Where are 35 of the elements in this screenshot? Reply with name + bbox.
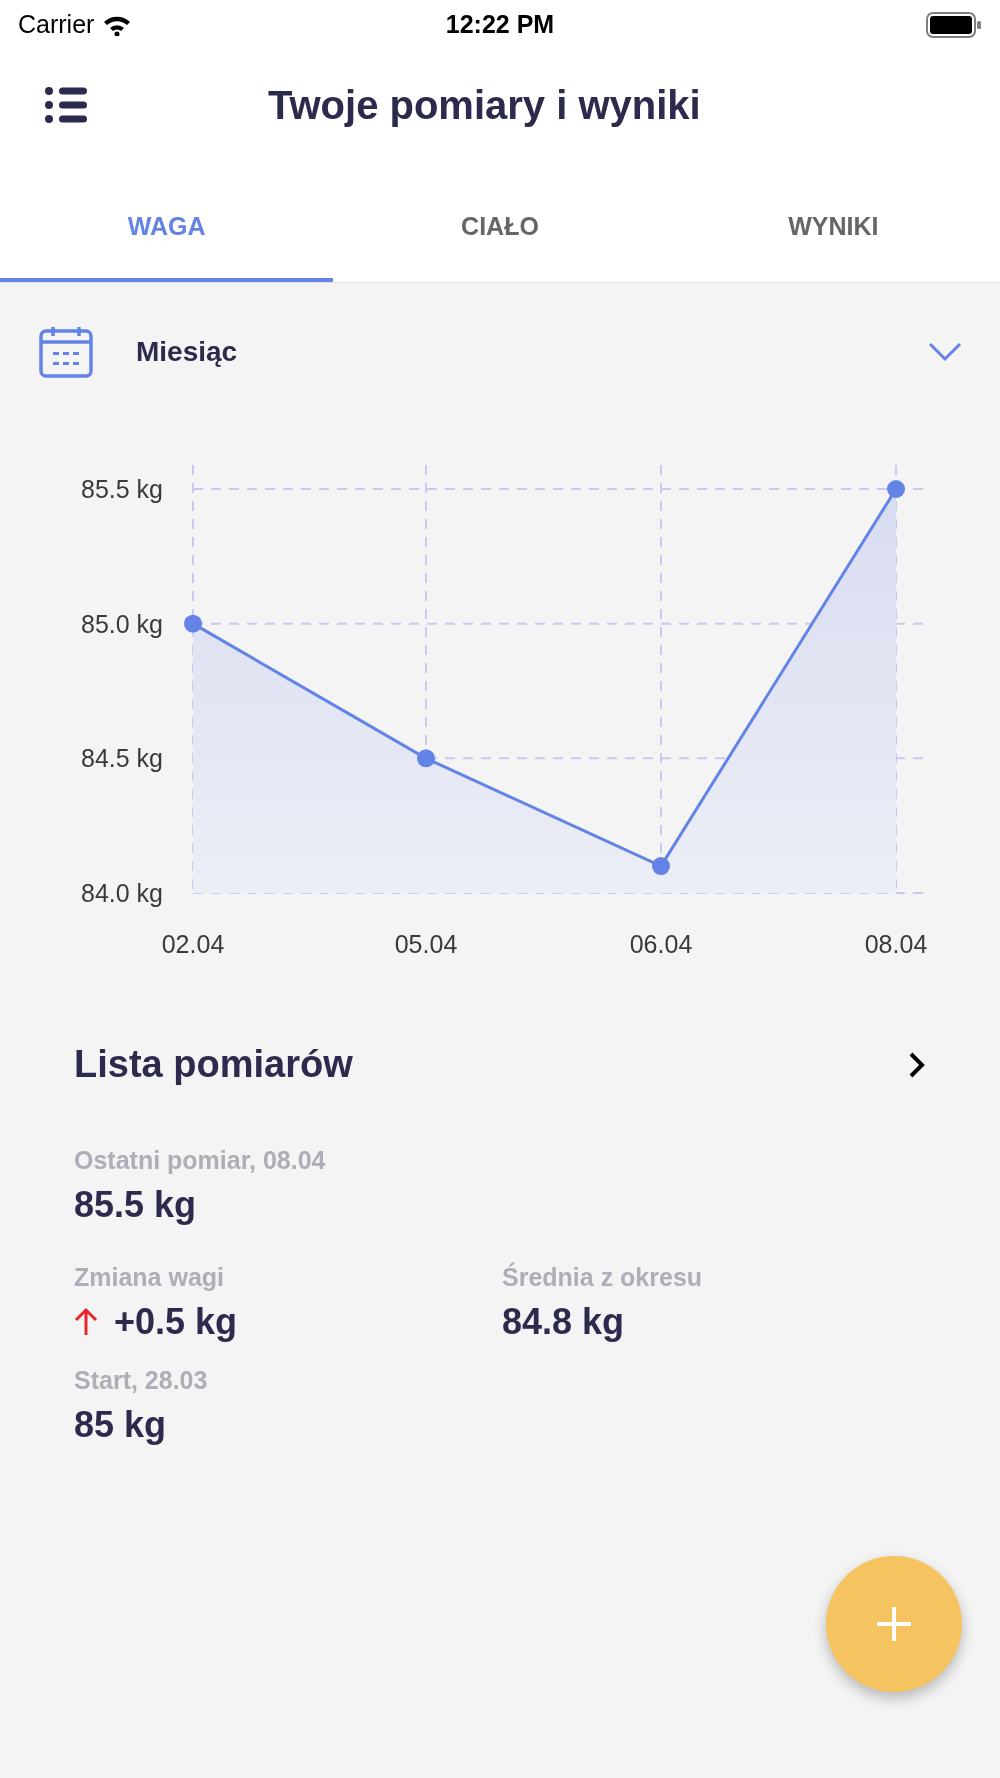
stat-value: 85 kg [74,1407,167,1443]
stat-label: Ostatni pomiar, 08.04 [74,1148,327,1173]
tab[interactable]: CIAŁO [333,160,667,282]
stat-value: 85.5 kg [74,1187,197,1223]
data-point [887,480,905,498]
data-point [652,857,670,876]
stat-value: 84.8 kg [502,1304,625,1340]
measurement-list-link[interactable]: Lista pomiarów [74,1036,926,1093]
y-axis-label: 84.0 kg [81,879,163,907]
y-axis-label: 84.5 kg [81,744,163,773]
stat-label: Zmiana wagi [74,1265,226,1290]
period-dropdown[interactable]: Miesiąc [0,283,1000,420]
data-point [417,749,435,768]
stat-value: +0.5 kg [114,1304,238,1340]
carrier-label: Carrier [18,9,95,41]
x-axis-label: 08.04 [864,930,928,958]
data-point [184,614,202,633]
menu-icon [44,86,90,124]
wifi-icon [102,14,133,36]
chevron-right-icon [908,1050,926,1079]
page-title: Twoje pomiary i wyniki [268,82,701,129]
chevron-down-icon [928,341,962,362]
status-time: 12:22 PM [445,9,555,41]
y-axis-label: 85.0 kg [81,609,163,638]
arrow-up-icon [74,1307,98,1337]
tab[interactable]: WYNIKI [666,160,1000,282]
x-axis-label: 05.04 [394,930,458,958]
stat-label: Start, 28.03 [74,1368,209,1393]
calendar-icon [38,324,94,379]
tab[interactable]: WAGA [0,160,334,282]
y-axis-label: 85.5 kg [81,475,163,503]
x-axis-label: 02.04 [161,930,225,958]
x-axis-label: 06.04 [629,930,693,958]
battery-icon [926,12,982,38]
plus-icon [875,1605,913,1643]
